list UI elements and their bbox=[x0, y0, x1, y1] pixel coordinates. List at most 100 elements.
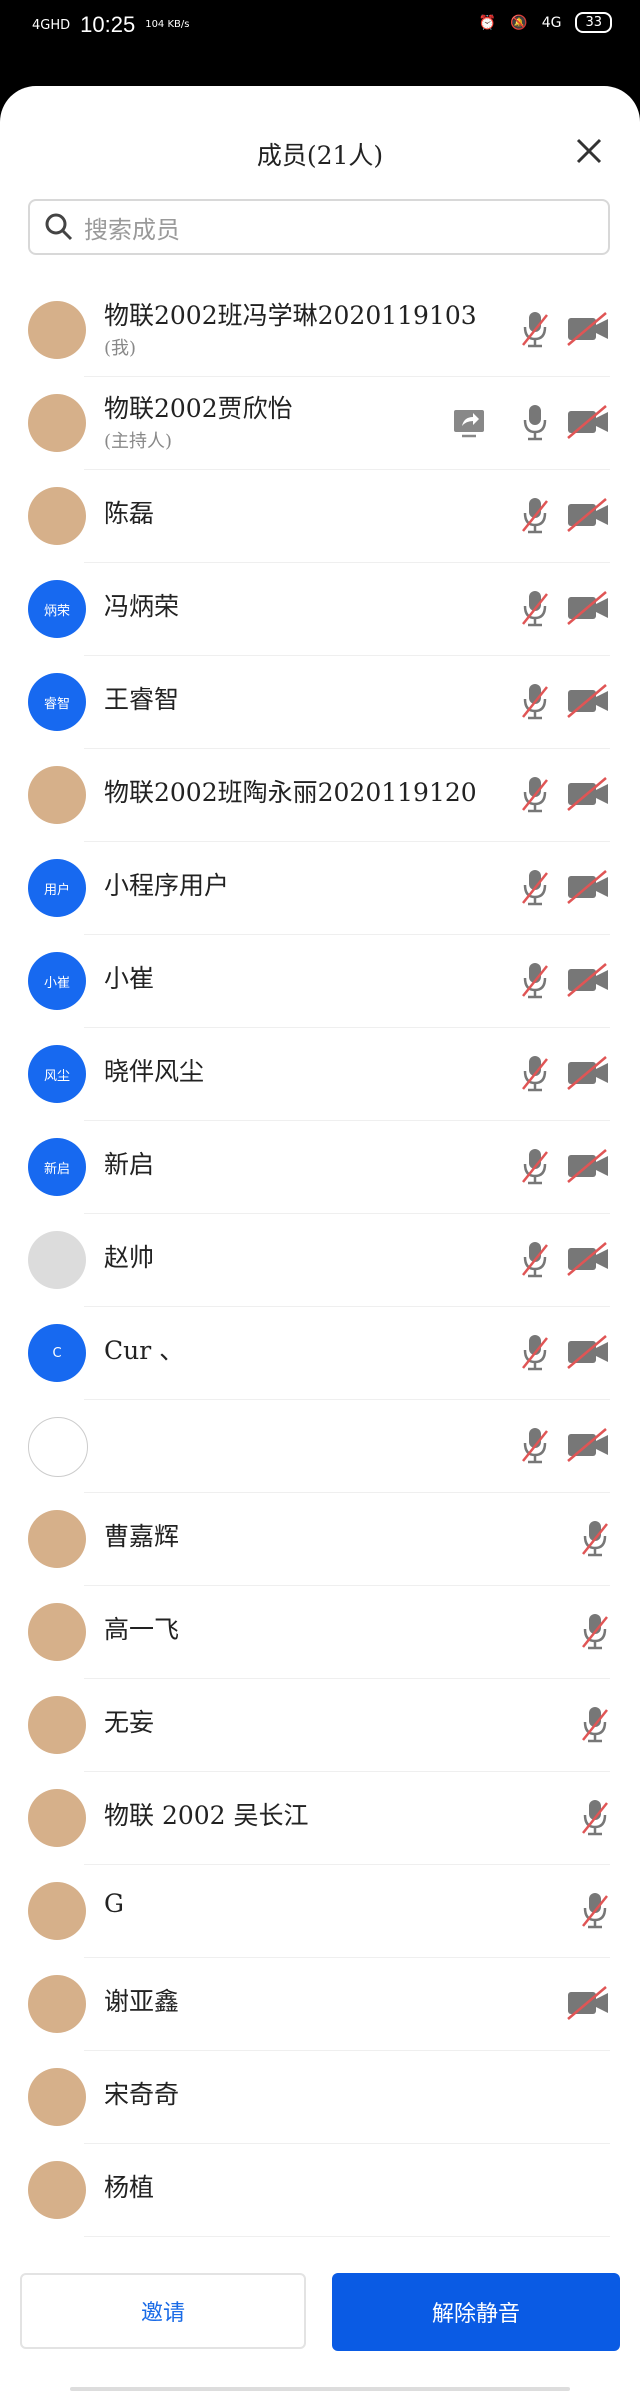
avatar[interactable] bbox=[28, 1603, 86, 1661]
avatar[interactable] bbox=[28, 1789, 86, 1847]
mic-muted-icon[interactable] bbox=[520, 1425, 550, 1465]
member-row[interactable]: 新启 新启 bbox=[28, 1121, 610, 1214]
avatar[interactable] bbox=[28, 394, 86, 452]
camera-off-icon[interactable] bbox=[566, 1983, 610, 2023]
avatar[interactable]: 风尘 bbox=[28, 1045, 86, 1103]
avatar[interactable]: C bbox=[28, 1324, 86, 1382]
mic-muted-icon[interactable] bbox=[520, 1332, 550, 1372]
avatar[interactable]: 新启 bbox=[28, 1138, 86, 1196]
avatar[interactable]: 小崔 bbox=[28, 952, 86, 1010]
member-row[interactable]: 炳荣 冯炳荣 bbox=[28, 563, 610, 656]
avatar[interactable] bbox=[28, 487, 86, 545]
mic-muted-icon[interactable] bbox=[520, 588, 550, 628]
camera-off-icon[interactable] bbox=[566, 1425, 610, 1465]
camera-off-icon[interactable] bbox=[566, 402, 610, 442]
member-list: 物联2002班冯学琳2020119103 (我) 物联2002贾欣怡 (主持人) 陈磊炳… bbox=[0, 284, 640, 2237]
member-row[interactable]: 风尘 晓伴风尘 bbox=[28, 1028, 610, 1121]
member-name: 新启 bbox=[104, 1150, 155, 1179]
invite-button[interactable]: 邀请 bbox=[20, 2273, 306, 2349]
avatar[interactable] bbox=[28, 1882, 86, 1940]
camera-off-icon[interactable] bbox=[566, 309, 610, 349]
mic-muted-icon[interactable] bbox=[520, 867, 550, 907]
home-indicator bbox=[70, 2387, 570, 2391]
avatar[interactable] bbox=[28, 1417, 88, 1477]
mic-muted-icon[interactable] bbox=[520, 1146, 550, 1186]
member-row[interactable]: 物联2002班冯学琳2020119103 (我) bbox=[28, 284, 610, 377]
member-name: 无妄 bbox=[104, 1708, 155, 1737]
camera-off-icon[interactable] bbox=[566, 774, 610, 814]
mic-muted-icon[interactable] bbox=[520, 1239, 550, 1279]
screen-share-icon[interactable] bbox=[452, 406, 486, 440]
camera-off-icon[interactable] bbox=[566, 867, 610, 907]
member-row[interactable]: 物联2002班陶永丽2020119120 bbox=[28, 749, 610, 842]
avatar[interactable]: 睿智 bbox=[28, 673, 86, 731]
search-input[interactable]: 搜索成员 bbox=[28, 199, 610, 255]
avatar[interactable] bbox=[28, 2068, 86, 2126]
member-row[interactable]: 谢亚鑫 bbox=[28, 1958, 610, 2051]
member-row[interactable]: 曹嘉辉 bbox=[28, 1493, 610, 1586]
member-row[interactable]: 宋奇奇 bbox=[28, 2051, 610, 2144]
mic-muted-icon[interactable] bbox=[580, 1797, 610, 1837]
member-row[interactable]: 小崔 小崔 bbox=[28, 935, 610, 1028]
member-row[interactable]: 无妄 bbox=[28, 1679, 610, 1772]
mute-bell-icon: 🔕 bbox=[510, 14, 528, 31]
mic-muted-icon[interactable] bbox=[520, 495, 550, 535]
member-name: 高一飞 bbox=[104, 1615, 180, 1644]
avatar[interactable] bbox=[28, 1510, 86, 1568]
search-placeholder: 搜索成员 bbox=[84, 215, 180, 244]
camera-off-icon[interactable] bbox=[566, 1053, 610, 1093]
member-row[interactable]: C Cur 、 bbox=[28, 1307, 610, 1400]
avatar[interactable]: 用户 bbox=[28, 859, 86, 917]
network-type: 4G bbox=[541, 14, 562, 31]
unmute-all-button[interactable]: 解除静音 bbox=[332, 2273, 620, 2351]
member-row[interactable]: 陈磊 bbox=[28, 470, 610, 563]
member-name: 宋奇奇 bbox=[104, 2080, 180, 2109]
mic-muted-icon[interactable] bbox=[520, 960, 550, 1000]
avatar[interactable] bbox=[28, 1975, 86, 2033]
avatar[interactable] bbox=[28, 1696, 86, 1754]
camera-off-icon[interactable] bbox=[566, 1146, 610, 1186]
camera-off-icon[interactable] bbox=[566, 495, 610, 535]
member-name: 陈磊 bbox=[104, 499, 155, 528]
member-row[interactable]: 高一飞 bbox=[28, 1586, 610, 1679]
member-name: 杨植 bbox=[104, 2173, 155, 2202]
status-bar: 4GHD 10:25 104 KB/s ⏰ 🔕 4G 33 bbox=[0, 0, 640, 50]
mic-muted-icon[interactable] bbox=[580, 1611, 610, 1651]
member-name: 物联2002班陶永丽2020119120 bbox=[104, 778, 477, 807]
mic-muted-icon[interactable] bbox=[580, 1518, 610, 1558]
mic-muted-icon[interactable] bbox=[520, 1053, 550, 1093]
camera-off-icon[interactable] bbox=[566, 588, 610, 628]
member-name: 小程序用户 bbox=[104, 871, 230, 900]
member-name: 王睿智 bbox=[104, 685, 180, 714]
mic-muted-icon[interactable] bbox=[580, 1704, 610, 1744]
avatar[interactable] bbox=[28, 2161, 86, 2219]
member-row[interactable]: 用户 小程序用户 bbox=[28, 842, 610, 935]
member-row[interactable]: 赵帅 bbox=[28, 1214, 610, 1307]
mic-muted-icon[interactable] bbox=[520, 774, 550, 814]
member-row[interactable]: 杨植 bbox=[28, 2144, 610, 2237]
member-name: Cur 、 bbox=[104, 1336, 185, 1365]
close-icon[interactable] bbox=[574, 136, 604, 166]
avatar[interactable] bbox=[28, 301, 86, 359]
avatar[interactable] bbox=[28, 766, 86, 824]
mic-muted-icon[interactable] bbox=[520, 681, 550, 721]
member-row[interactable] bbox=[28, 1400, 610, 1493]
avatar[interactable] bbox=[28, 1231, 86, 1289]
mic-icon[interactable] bbox=[520, 402, 550, 442]
clock: 10:25 bbox=[80, 12, 136, 37]
avatar[interactable]: 炳荣 bbox=[28, 580, 86, 638]
search-icon bbox=[45, 213, 73, 241]
member-name: 冯炳荣 bbox=[104, 592, 180, 621]
member-row[interactable]: 物联2002贾欣怡 (主持人) bbox=[28, 377, 610, 470]
camera-off-icon[interactable] bbox=[566, 960, 610, 1000]
alarm-icon: ⏰ bbox=[478, 14, 497, 31]
member-row[interactable]: 物联 2002 吴长江 bbox=[28, 1772, 610, 1865]
camera-off-icon[interactable] bbox=[566, 681, 610, 721]
member-row[interactable]: 睿智 王睿智 bbox=[28, 656, 610, 749]
mic-muted-icon[interactable] bbox=[520, 309, 550, 349]
mic-muted-icon[interactable] bbox=[580, 1890, 610, 1930]
camera-off-icon[interactable] bbox=[566, 1239, 610, 1279]
camera-off-icon[interactable] bbox=[566, 1332, 610, 1372]
member-row[interactable]: G bbox=[28, 1865, 610, 1958]
network-speed: 104 KB/s bbox=[145, 19, 190, 30]
